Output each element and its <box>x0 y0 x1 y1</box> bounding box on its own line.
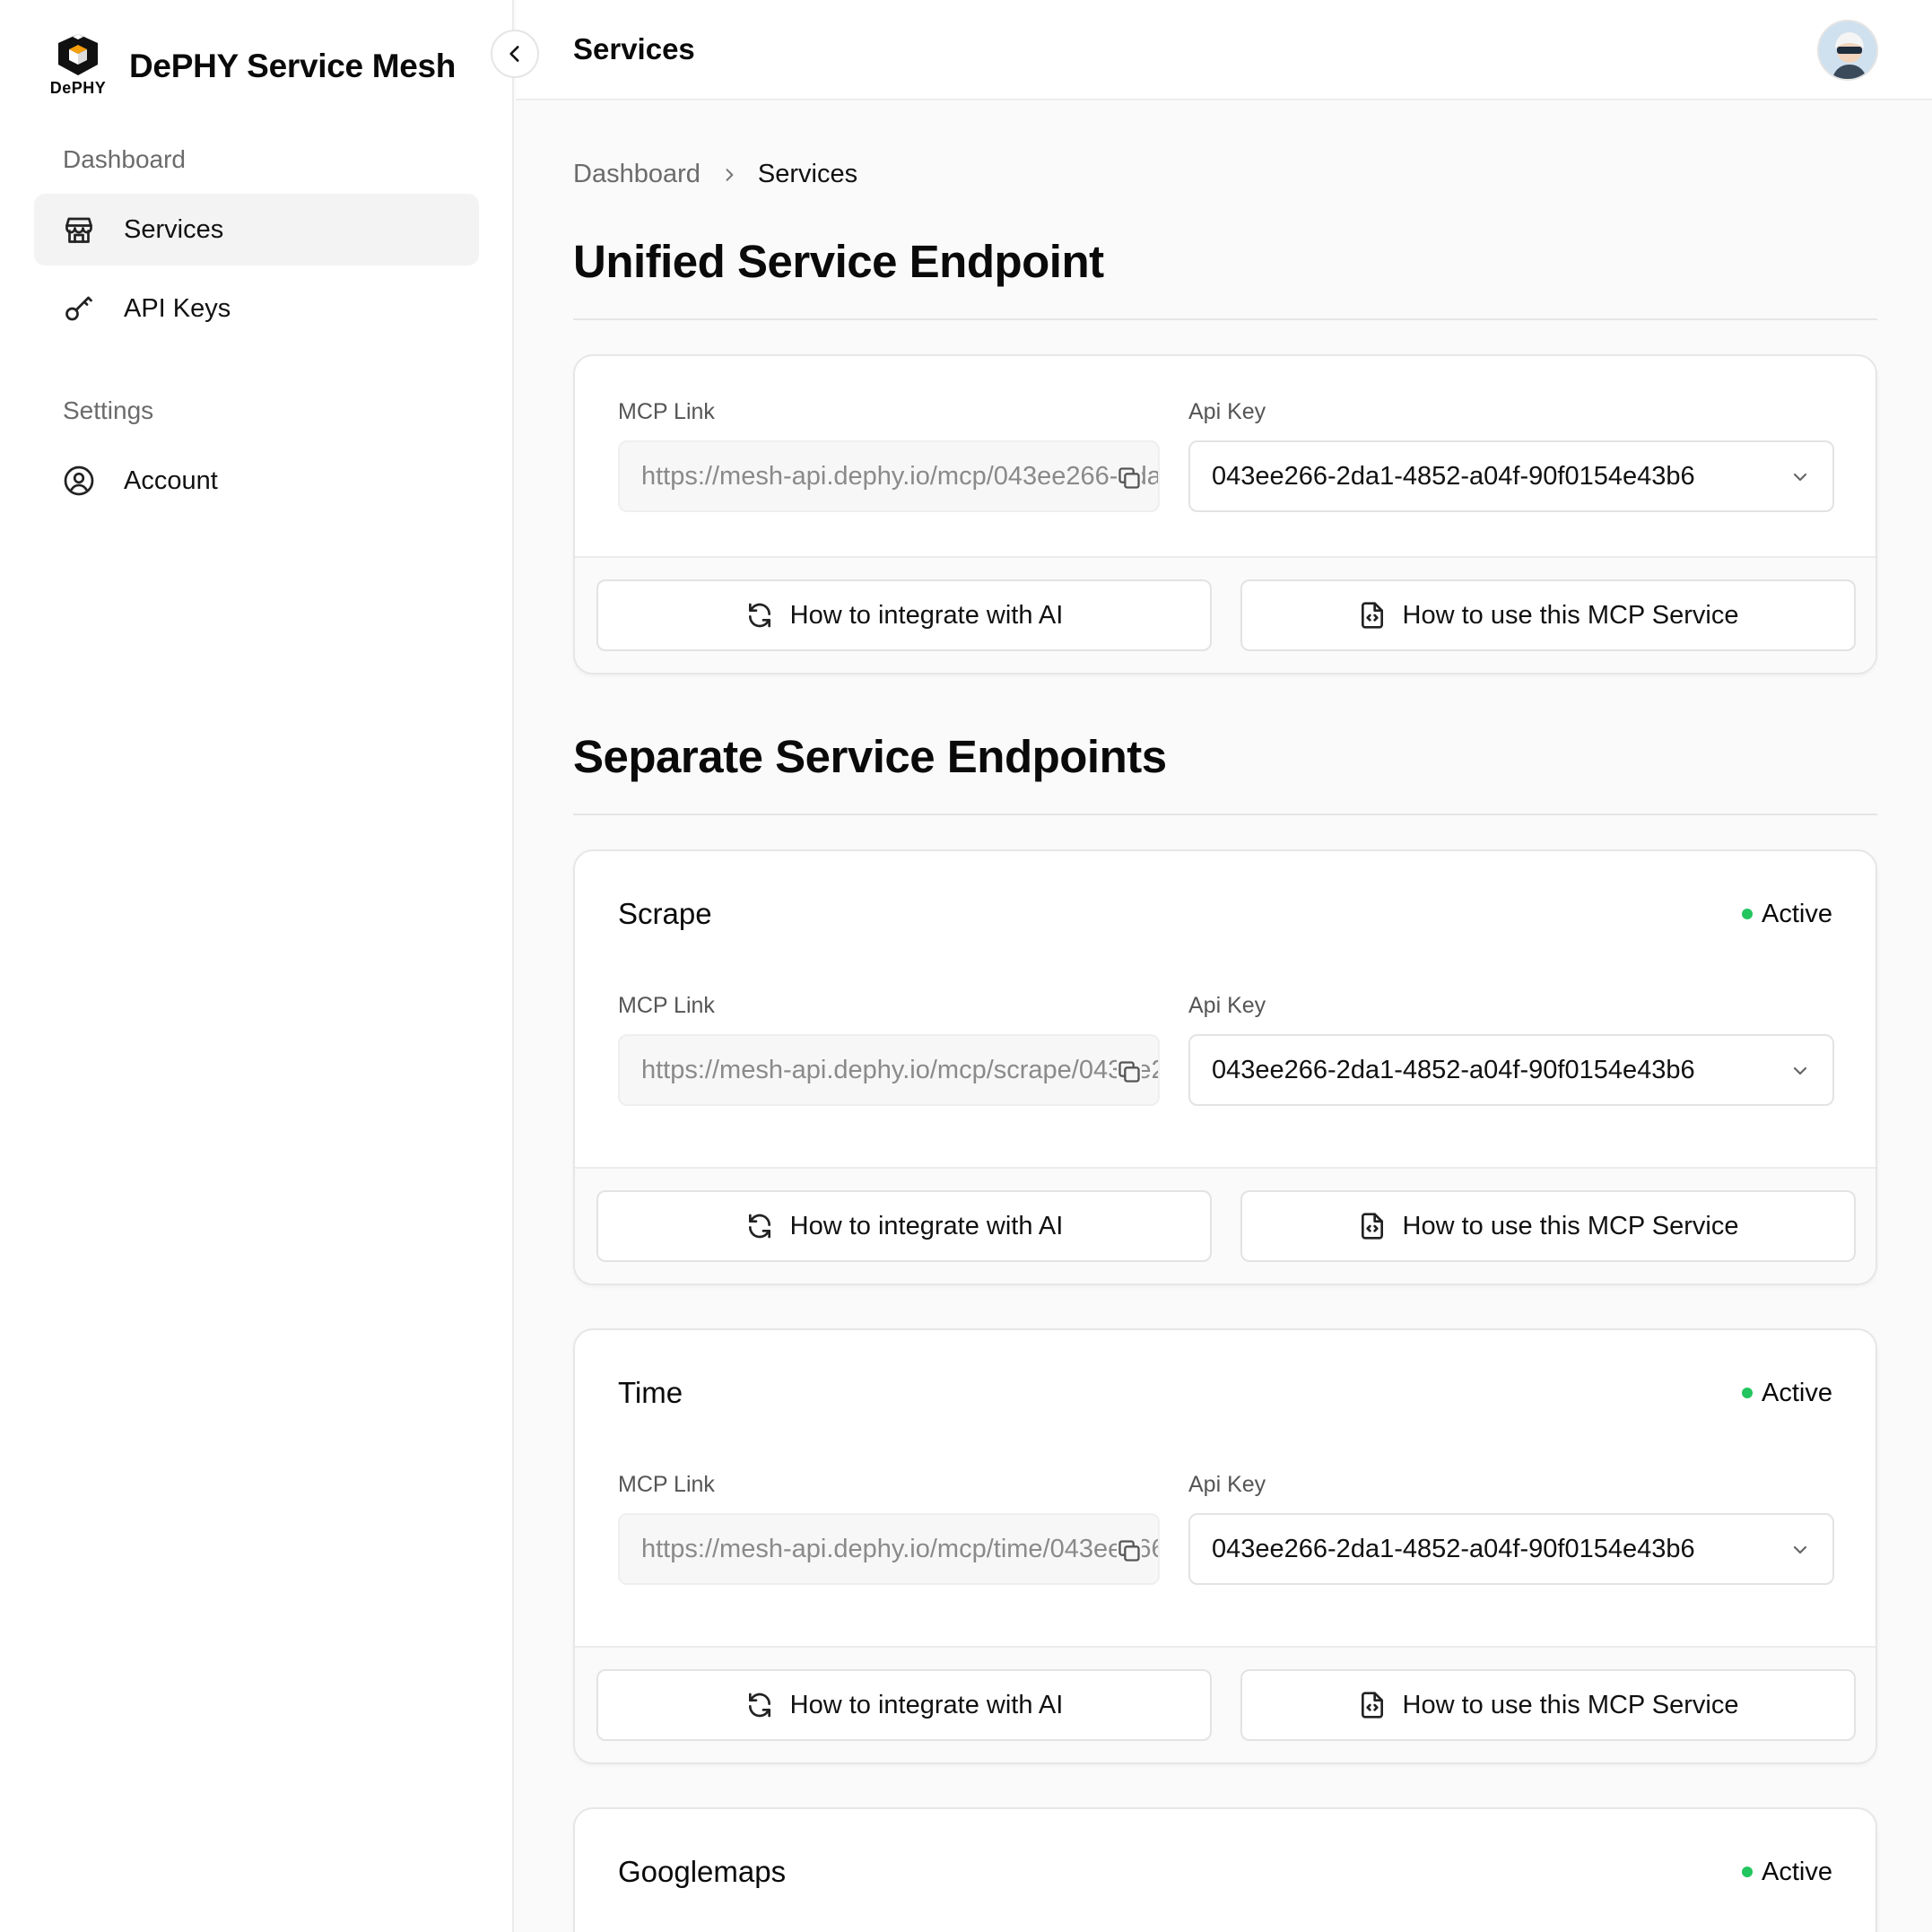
api-key-label: Api Key <box>1188 993 1266 1018</box>
service-name: Scrape <box>618 897 712 930</box>
copy-icon[interactable] <box>1117 1538 1142 1563</box>
status-dot <box>1742 1388 1754 1398</box>
cube-logo-icon <box>58 34 98 75</box>
sidebar: DePHY DePHY Service Mesh Dashboard Servi… <box>0 0 514 1932</box>
card-actions: How to integrate with AI How to use this… <box>575 1646 1875 1762</box>
service-card-scrape: Scrape Active MCP Link https://mesh-api.… <box>573 849 1877 1285</box>
status-text: Active <box>1762 1857 1832 1886</box>
avatar[interactable] <box>1817 20 1878 81</box>
mcp-link-label: MCP Link <box>618 1472 715 1497</box>
status-dot <box>1742 909 1754 919</box>
page-title: Services <box>573 32 695 65</box>
service-name: Time <box>618 1376 683 1409</box>
mcp-link-field[interactable]: https://mesh-api.dephy.io/mcp/043ee266-2… <box>618 440 1160 512</box>
file-code-icon <box>1358 601 1387 630</box>
refresh-icon <box>745 1691 774 1719</box>
integrate-ai-button[interactable]: How to integrate with AI <box>596 579 1212 651</box>
mcp-usage-button[interactable]: How to use this MCP Service <box>1240 1669 1856 1741</box>
brand[interactable]: DePHY DePHY Service Mesh <box>45 32 456 100</box>
sidebar-item-label: API Keys <box>124 293 231 323</box>
api-key-select[interactable]: 043ee266-2da1-4852-a04f-90f0154e43b6 <box>1188 1034 1834 1106</box>
file-code-icon <box>1358 1212 1387 1240</box>
api-key-value: 043ee266-2da1-4852-a04f-90f0154e43b6 <box>1212 461 1695 491</box>
api-key-value: 043ee266-2da1-4852-a04f-90f0154e43b6 <box>1212 1055 1695 1084</box>
button-label: How to integrate with AI <box>789 600 1064 630</box>
button-label: How to integrate with AI <box>789 1211 1064 1240</box>
store-icon <box>63 213 95 246</box>
mcp-link-value: https://mesh-api.dephy.io/mcp/time/043ee… <box>641 1534 1158 1563</box>
refresh-icon <box>745 601 774 630</box>
service-name: Googlemaps <box>618 1855 787 1888</box>
status-dot <box>1742 1867 1754 1877</box>
button-label: How to use this MCP Service <box>1402 600 1739 630</box>
nav-group-settings: Settings <box>63 396 154 424</box>
logo-wordmark: DePHY <box>49 79 107 97</box>
breadcrumb: Dashboard Services <box>573 160 857 189</box>
mcp-usage-button[interactable]: How to use this MCP Service <box>1240 579 1856 651</box>
status-badge: Active <box>1742 1379 1832 1408</box>
chevron-down-icon <box>1793 1545 1807 1554</box>
card-actions: How to integrate with AI How to use this… <box>575 1167 1875 1284</box>
mcp-link-value: https://mesh-api.dephy.io/mcp/043ee266-2… <box>641 461 1158 491</box>
breadcrumb-services: Services <box>757 160 858 188</box>
chevron-right-icon <box>720 166 738 184</box>
button-label: How to integrate with AI <box>789 1690 1064 1719</box>
status-badge: Active <box>1742 900 1832 929</box>
api-key-value: 043ee266-2da1-4852-a04f-90f0154e43b6 <box>1212 1534 1695 1563</box>
mcp-usage-button[interactable]: How to use this MCP Service <box>1240 1190 1856 1262</box>
mcp-link-field[interactable]: https://mesh-api.dephy.io/mcp/scrape/043… <box>618 1034 1160 1106</box>
chevron-down-icon <box>1793 473 1807 482</box>
sidebar-item-api-keys[interactable]: API Keys <box>34 273 479 344</box>
user-circle-icon <box>63 465 95 497</box>
header: Services <box>516 0 1932 100</box>
chevron-down-icon <box>1793 1066 1807 1075</box>
breadcrumb-dashboard[interactable]: Dashboard <box>573 160 701 189</box>
status-badge: Active <box>1742 1858 1832 1887</box>
dephy-logo: DePHY <box>45 32 111 100</box>
file-code-icon <box>1358 1691 1387 1719</box>
refresh-icon <box>745 1212 774 1240</box>
key-icon <box>63 292 95 325</box>
collapse-sidebar-button[interactable] <box>491 30 539 78</box>
api-key-select[interactable]: 043ee266-2da1-4852-a04f-90f0154e43b6 <box>1188 440 1834 512</box>
card-actions: How to integrate with AI How to use this… <box>575 556 1875 673</box>
sidebar-item-label: Services <box>124 214 224 244</box>
sidebar-item-account[interactable]: Account <box>34 445 479 517</box>
status-text: Active <box>1762 1378 1832 1407</box>
separate-section-title: Separate Service Endpoints <box>573 730 1877 815</box>
unified-endpoint-card: MCP Link https://mesh-api.dephy.io/mcp/0… <box>573 354 1877 674</box>
service-card-googlemaps: Googlemaps Active <box>573 1807 1877 1932</box>
button-label: How to use this MCP Service <box>1402 1690 1739 1719</box>
api-key-label: Api Key <box>1188 399 1266 424</box>
mcp-link-field[interactable]: https://mesh-api.dephy.io/mcp/time/043ee… <box>618 1513 1160 1585</box>
mcp-link-value: https://mesh-api.dephy.io/mcp/scrape/043… <box>641 1055 1158 1084</box>
api-key-select[interactable]: 043ee266-2da1-4852-a04f-90f0154e43b6 <box>1188 1513 1834 1585</box>
mcp-link-label: MCP Link <box>618 993 715 1018</box>
button-label: How to use this MCP Service <box>1402 1211 1739 1240</box>
sidebar-item-label: Account <box>124 466 218 495</box>
mcp-link-label: MCP Link <box>618 399 715 424</box>
integrate-ai-button[interactable]: How to integrate with AI <box>596 1190 1212 1262</box>
nav-group-dashboard: Dashboard <box>63 145 186 173</box>
copy-icon[interactable] <box>1117 1059 1142 1084</box>
api-key-label: Api Key <box>1188 1472 1266 1497</box>
unified-section-title: Unified Service Endpoint <box>573 235 1877 320</box>
status-text: Active <box>1762 899 1832 928</box>
copy-icon[interactable] <box>1117 466 1142 491</box>
integrate-ai-button[interactable]: How to integrate with AI <box>596 1669 1212 1741</box>
app-title: DePHY Service Mesh <box>129 48 457 84</box>
chevron-left-icon <box>509 46 519 62</box>
service-card-time: Time Active MCP Link https://mesh-api.de… <box>573 1328 1877 1764</box>
sidebar-item-services[interactable]: Services <box>34 194 479 265</box>
